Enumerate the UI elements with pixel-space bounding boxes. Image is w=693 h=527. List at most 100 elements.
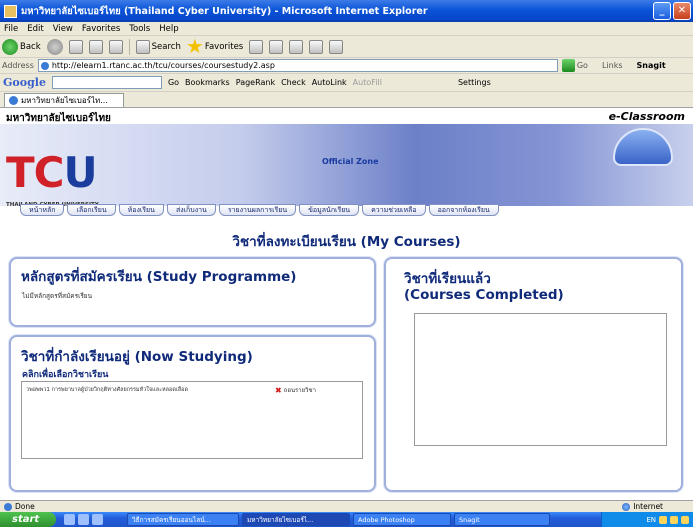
tray-icon[interactable] <box>659 515 667 524</box>
menu-edit[interactable]: Edit <box>27 24 43 34</box>
tab-page-icon <box>9 95 18 105</box>
courses-completed-title-thai: วิชาที่เรียนแล้ว <box>404 271 491 287</box>
menu-bar: File Edit View Favorites Tools Help <box>0 22 693 36</box>
tcu-logo[interactable]: TCU <box>6 152 98 194</box>
page-icon <box>40 61 49 70</box>
tray-icon[interactable] <box>670 515 678 524</box>
edit-button[interactable] <box>309 39 324 54</box>
withdraw-label: ถอนรายวิชา <box>283 387 316 394</box>
stop-button[interactable] <box>68 39 83 54</box>
address-input[interactable]: http://elearn1.rtanc.ac.th/tcu/courses/c… <box>37 59 558 72</box>
search-icon <box>135 39 150 54</box>
window-controls: _ ✕ <box>653 2 691 20</box>
menu-tools[interactable]: Tools <box>129 24 150 34</box>
google-toolbar: Google Go Bookmarks PageRank Check AutoL… <box>0 74 693 92</box>
search-label: Search <box>151 41 181 52</box>
go-button[interactable]: Go <box>561 59 588 72</box>
page-content: มหาวิทยาลัยไซเบอร์ไทย e-Classroom TCU TH… <box>0 108 693 500</box>
links-button[interactable]: Links <box>602 61 623 70</box>
minimize-button[interactable]: _ <box>653 2 671 20</box>
google-autofill-button[interactable]: AutoFill <box>353 78 382 87</box>
google-go-button[interactable]: Go <box>168 78 179 87</box>
nav-student-info[interactable]: ข้อมูลนักเรียน <box>299 204 360 216</box>
menu-view[interactable]: View <box>53 24 73 34</box>
status-text: Done <box>15 502 35 511</box>
study-programme-title: หลักสูตรที่สมัครเรียน (Study Programme) <box>21 269 297 285</box>
course-link[interactable]: วพอพพว1 การพยาบาลผู้ป่วยวิกฤติทางศัลยกรร… <box>26 386 188 394</box>
folder-button[interactable] <box>329 39 344 54</box>
favorites-button[interactable]: Favorites <box>187 38 243 55</box>
history-button[interactable] <box>249 39 264 54</box>
menu-favorites[interactable]: Favorites <box>82 24 120 34</box>
tray-icon[interactable] <box>681 515 689 524</box>
back-button[interactable]: Back <box>2 38 41 55</box>
delete-x-icon: ✖ <box>275 385 282 395</box>
google-bookmarks-button[interactable]: Bookmarks <box>185 78 230 87</box>
language-indicator[interactable]: EN <box>646 516 656 524</box>
browser-tab[interactable]: มหาวิทยาลัยไซเบอร์ไท... <box>4 92 124 107</box>
address-label: Address <box>2 61 34 70</box>
window-title: มหาวิทยาลัยไซเบอร์ไทย (Thailand Cyber Un… <box>21 5 428 17</box>
toolbar-separator <box>128 38 130 55</box>
snagit-button[interactable]: Snagit <box>637 61 666 70</box>
logo-letter-c: C <box>33 148 65 197</box>
search-button[interactable]: Search <box>135 39 181 54</box>
now-studying-list: วพอพพว1 การพยาบาลผู้ป่วยวิกฤติทางศัลยกรร… <box>21 381 363 459</box>
refresh-button[interactable] <box>88 39 103 54</box>
study-programme-note: ไม่มีหลักสูตรที่สมัครเรียน <box>22 292 93 300</box>
page-title: วิชาที่ลงทะเบียนเรียน (My Courses) <box>232 234 461 250</box>
nav-classroom[interactable]: ห้องเรียน <box>118 204 164 216</box>
home-button[interactable] <box>108 39 123 54</box>
task-button[interactable]: มหาวิทยาลัยไซเบอร์ไ... <box>242 513 350 526</box>
monitor-graphic-icon <box>613 128 673 166</box>
official-zone-label: Official Zone <box>322 157 379 166</box>
task-button[interactable]: Adobe Photoshop <box>353 513 451 526</box>
eclassroom-label: e-Classroom <box>608 110 685 123</box>
google-logo: Google <box>3 76 46 89</box>
google-check-button[interactable]: Check <box>281 78 306 87</box>
menu-file[interactable]: File <box>4 24 18 34</box>
nav-submit-work[interactable]: ส่งเก็บงาน <box>166 204 216 216</box>
now-studying-title: วิชาที่กำลังเรียนอยู่ (Now Studying) <box>21 349 253 365</box>
quick-launch-app-icon[interactable] <box>92 514 103 525</box>
address-bar: Address http://elearn1.rtanc.ac.th/tcu/c… <box>0 58 693 74</box>
nav-grade-report[interactable]: รายงานผลการเรียน <box>218 204 297 216</box>
google-pagerank[interactable]: PageRank <box>236 78 275 87</box>
task-button[interactable]: วิธีการสมัครเรียนออนไลน์... <box>127 513 239 526</box>
menu-help[interactable]: Help <box>159 24 178 34</box>
logo-letter-t: T <box>6 148 35 197</box>
nav-home[interactable]: หน้าหลัก <box>20 204 65 216</box>
forward-button[interactable] <box>46 38 63 55</box>
courses-completed-title-en: (Courses Completed) <box>404 286 564 303</box>
zone-label: Internet <box>633 502 663 511</box>
main-nav: หน้าหลัก เลือกเรียน ห้องเรียน ส่งเก็บงาน… <box>20 204 499 216</box>
task-button[interactable]: Snagit <box>454 513 550 526</box>
nav-choose-course[interactable]: เลือกเรียน <box>67 204 116 216</box>
close-button[interactable]: ✕ <box>673 2 691 20</box>
taskbar: start วิธีการสมัครเรียนออนไลน์... มหาวิท… <box>0 512 693 527</box>
ie-app-icon <box>4 4 17 18</box>
globe-icon <box>622 502 631 511</box>
star-icon <box>187 38 203 54</box>
go-arrow-icon <box>561 59 575 72</box>
quick-launch-desktop-icon[interactable] <box>78 514 89 525</box>
address-url: http://elearn1.rtanc.ac.th/tcu/courses/c… <box>51 61 275 70</box>
nav-help[interactable]: ความช่วยเหลือ <box>362 204 426 216</box>
quick-launch-ie-icon[interactable] <box>64 514 75 525</box>
back-arrow-icon <box>2 38 18 55</box>
google-autolink-button[interactable]: AutoLink <box>312 78 347 87</box>
withdraw-course-button[interactable]: ✖ ถอนรายวิชา <box>275 385 316 395</box>
google-settings-button[interactable]: Settings <box>458 78 491 87</box>
study-programme-panel: หลักสูตรที่สมัครเรียน (Study Programme) … <box>9 257 376 327</box>
mail-button[interactable] <box>269 39 284 54</box>
tab-label: มหาวิทยาลัยไซเบอร์ไท... <box>21 95 108 105</box>
start-button[interactable]: start <box>0 512 56 527</box>
print-button[interactable] <box>289 39 304 54</box>
nav-logout[interactable]: ออกจากห้องเรียน <box>428 204 499 216</box>
courses-completed-panel: วิชาที่เรียนแล้ว (Courses Completed) <box>384 257 683 492</box>
google-search-input[interactable] <box>51 76 162 89</box>
window-titlebar[interactable]: มหาวิทยาลัยไซเบอร์ไทย (Thailand Cyber Un… <box>0 0 693 22</box>
security-zone: Internet <box>622 502 663 511</box>
browser-toolbar: Back Search Favorites <box>0 36 693 58</box>
status-bar: Done Internet <box>0 500 693 512</box>
